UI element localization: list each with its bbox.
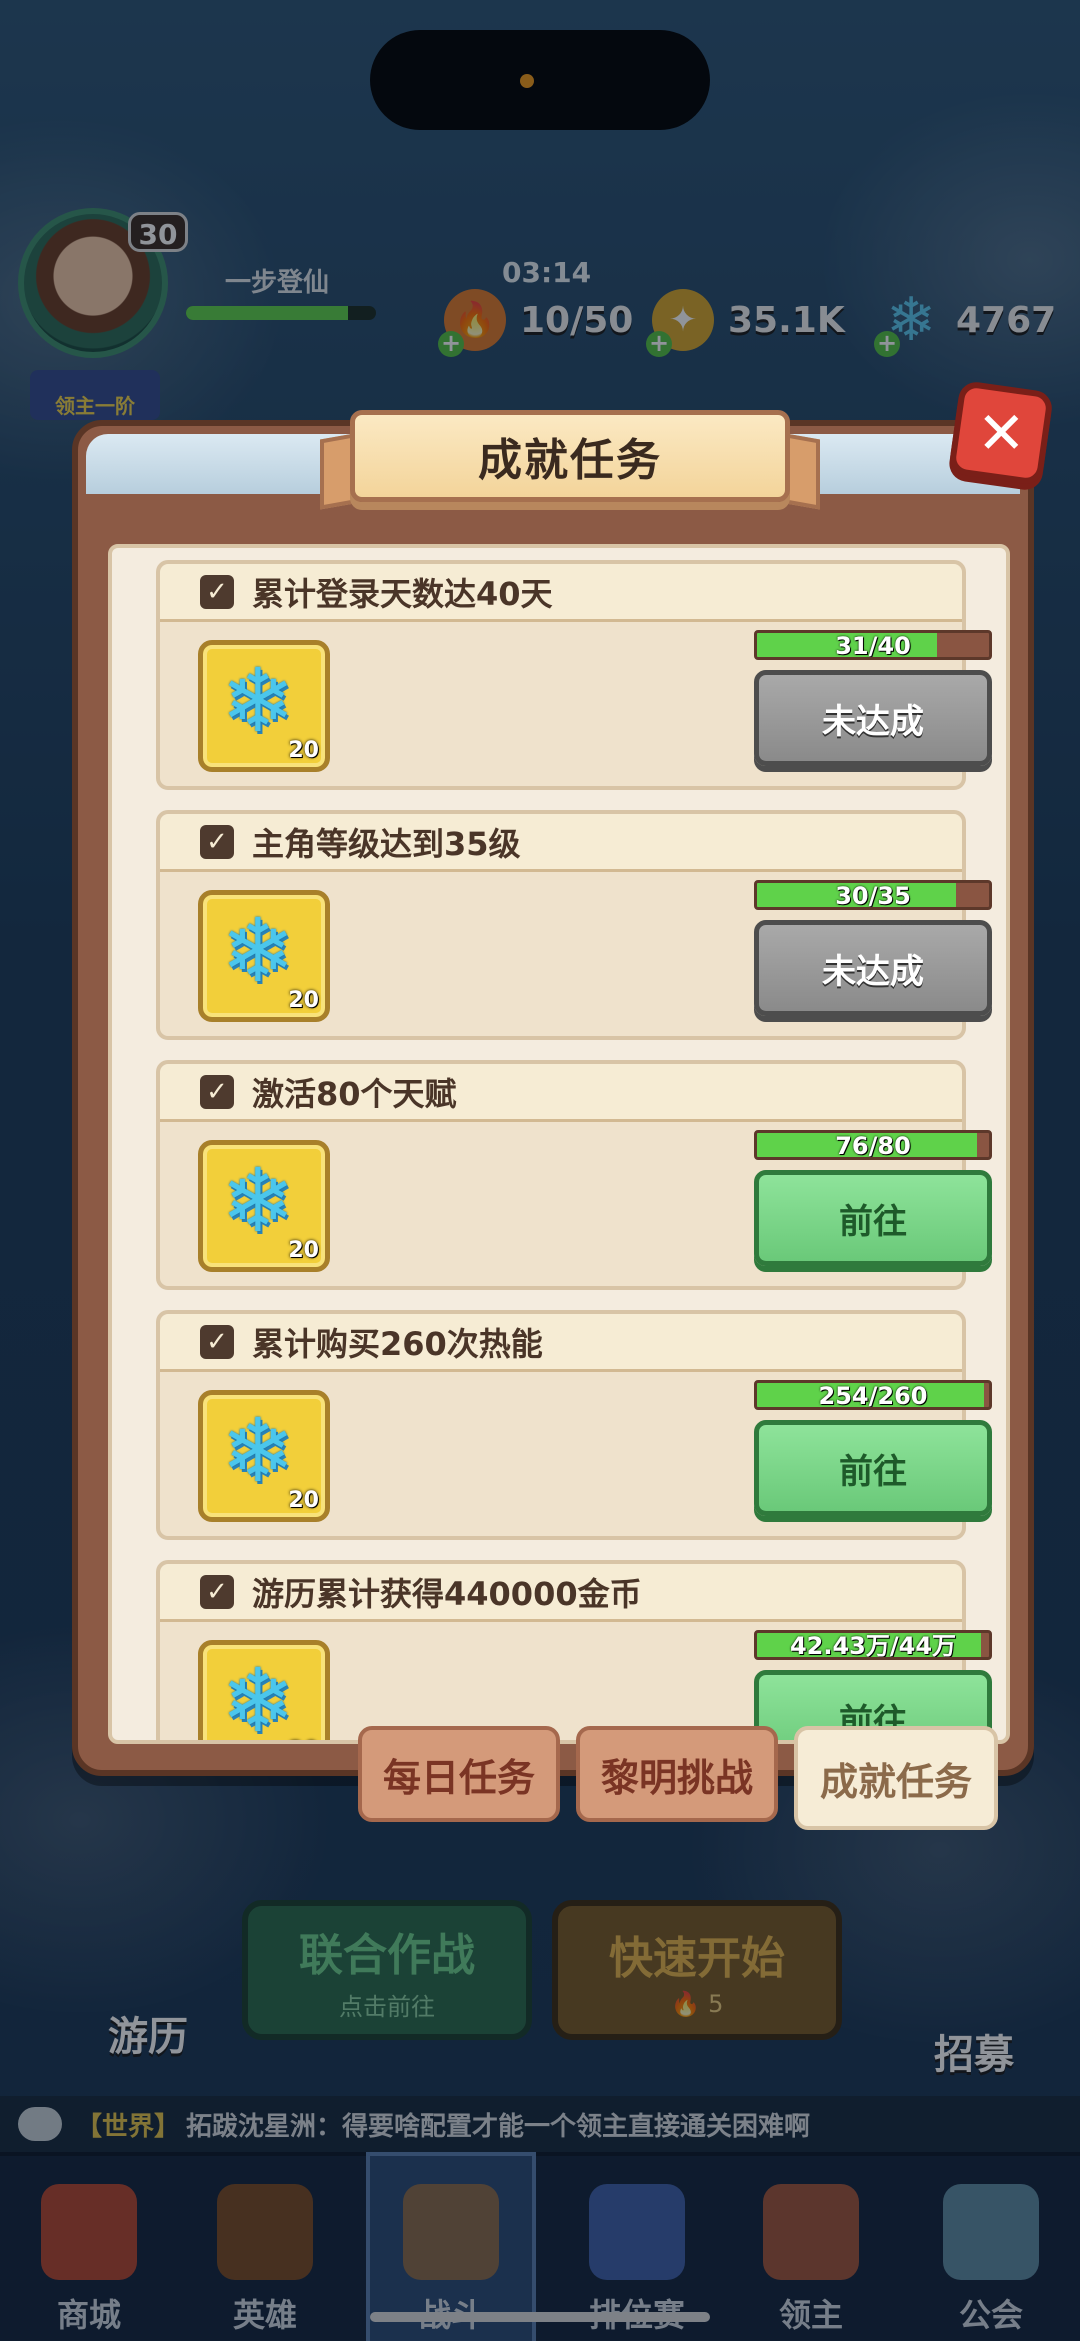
ice-crystal-icon: ❄ — [221, 899, 295, 1002]
ice-crystal-icon: ❄ — [221, 649, 295, 752]
task-list[interactable]: ✓ 累计登录天数达40天 ❄ 20 31/40 未达成 ✓ 主角等级达到35级 … — [108, 544, 1010, 1744]
progress-bar: 76/80 — [754, 1130, 992, 1160]
tab-dawn-challenge[interactable]: 黎明挑战 — [576, 1726, 778, 1822]
reward-quantity: 20 — [288, 738, 319, 763]
close-button[interactable]: ✕ — [947, 379, 1055, 487]
progress-text: 76/80 — [835, 1132, 911, 1160]
reward-slot[interactable]: ❄ 20 — [198, 1640, 330, 1744]
achievement-modal: ✓ 累计登录天数达40天 ❄ 20 31/40 未达成 ✓ 主角等级达到35级 … — [72, 420, 1034, 1776]
task-header: ✓ 激活80个天赋 — [160, 1064, 962, 1122]
reward-slot[interactable]: ❄ 20 — [198, 1140, 330, 1272]
reward-slot[interactable]: ❄ 20 — [198, 890, 330, 1022]
task-title: 累计登录天数达40天 — [252, 574, 553, 613]
ice-crystal-icon: ❄ — [221, 1649, 295, 1744]
task-card: ✓ 累计购买260次热能 ❄ 20 254/260 前往 — [156, 1310, 992, 1540]
progress-bar: 30/35 — [754, 880, 992, 910]
go-button[interactable]: 前往 — [754, 1420, 992, 1516]
tab-achievement-tasks[interactable]: 成就任务 — [794, 1726, 998, 1830]
task-title: 累计购买260次热能 — [252, 1324, 543, 1363]
task-header: ✓ 游历累计获得440000金币 — [160, 1564, 962, 1622]
reward-quantity: 20 — [288, 988, 319, 1013]
progress-text: 31/40 — [835, 632, 911, 660]
task-header: ✓ 累计购买260次热能 — [160, 1314, 962, 1372]
not-achieved-button[interactable]: 未达成 — [754, 670, 992, 766]
progress-text: 254/260 — [818, 1382, 928, 1410]
task-title: 激活80个天赋 — [252, 1074, 457, 1113]
task-header: ✓ 累计登录天数达40天 — [160, 564, 962, 622]
task-card: ✓ 游历累计获得440000金币 ❄ 20 42.43万/44万 前往 — [156, 1560, 992, 1744]
progress-text: 30/35 — [835, 882, 911, 910]
go-button[interactable]: 前往 — [754, 1170, 992, 1266]
reward-quantity: 20 — [288, 1738, 319, 1740]
reward-slot[interactable]: ❄ 20 — [198, 1390, 330, 1522]
checkbox-icon: ✓ — [200, 824, 234, 859]
ice-crystal-icon: ❄ — [221, 1149, 295, 1252]
progress-bar: 42.43万/44万 — [754, 1630, 992, 1660]
not-achieved-button[interactable]: 未达成 — [754, 920, 992, 1016]
reward-quantity: 20 — [288, 1238, 319, 1263]
tab-daily-tasks[interactable]: 每日任务 — [358, 1726, 560, 1822]
progress-bar: 31/40 — [754, 630, 992, 660]
modal-title-banner: 成就任务 — [350, 410, 790, 502]
checkbox-icon: ✓ — [200, 1074, 234, 1109]
reward-slot[interactable]: ❄ 20 — [198, 640, 330, 772]
task-title: 游历累计获得440000金币 — [252, 1574, 642, 1613]
close-icon: ✕ — [976, 398, 1026, 467]
task-title: 主角等级达到35级 — [252, 824, 521, 863]
task-header: ✓ 主角等级达到35级 — [160, 814, 962, 872]
checkbox-icon: ✓ — [200, 1324, 234, 1359]
checkbox-icon: ✓ — [200, 574, 234, 609]
reward-quantity: 20 — [288, 1488, 319, 1513]
task-card: ✓ 激活80个天赋 ❄ 20 76/80 前往 — [156, 1060, 992, 1290]
progress-bar: 254/260 — [754, 1380, 992, 1410]
checkbox-icon: ✓ — [200, 1574, 234, 1609]
progress-text: 42.43万/44万 — [789, 1632, 957, 1660]
task-card: ✓ 主角等级达到35级 ❄ 20 30/35 未达成 — [156, 810, 992, 1040]
ice-crystal-icon: ❄ — [221, 1399, 295, 1502]
task-card: ✓ 累计登录天数达40天 ❄ 20 31/40 未达成 — [156, 560, 992, 790]
modal-title: 成就任务 — [478, 435, 662, 486]
